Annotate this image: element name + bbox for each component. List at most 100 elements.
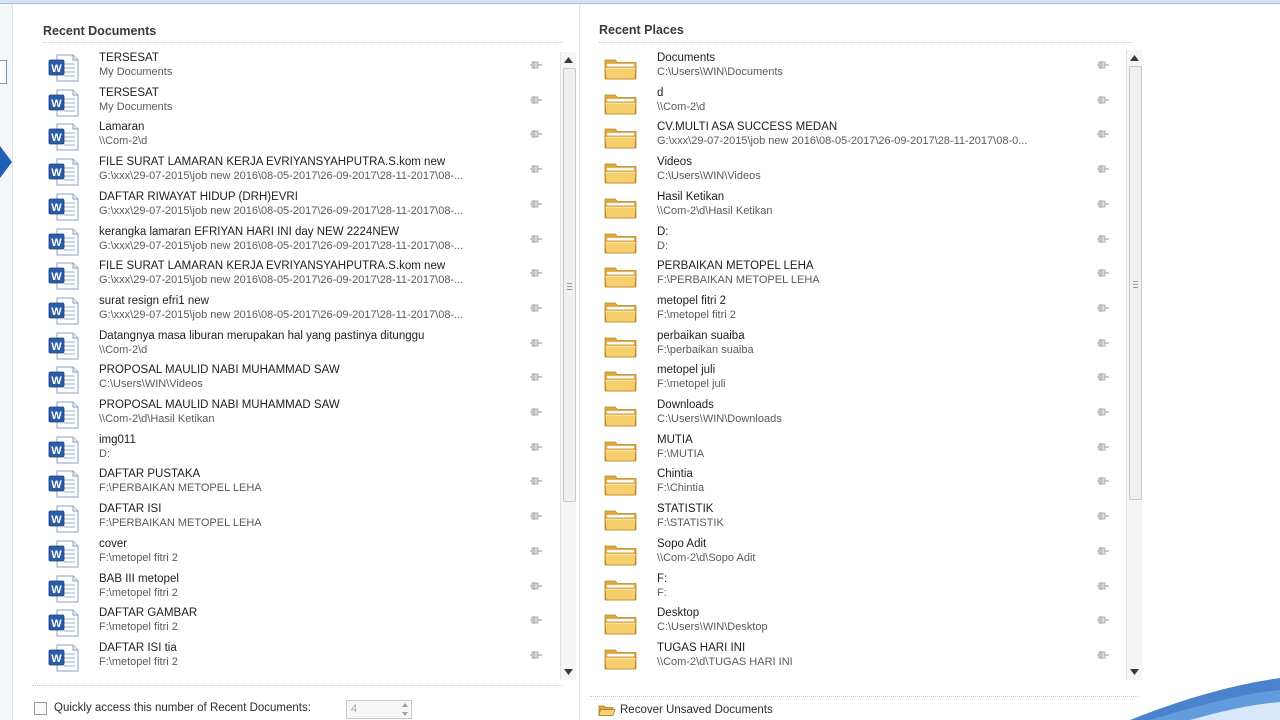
recent-place-item[interactable]: Downloads C:\Users\WIN\Downloads [604, 399, 1112, 433]
pin-icon[interactable] [529, 303, 543, 313]
pin-icon[interactable] [1096, 60, 1110, 70]
pin-icon[interactable] [1096, 129, 1110, 139]
folder-icon [604, 228, 638, 259]
recent-document-item[interactable]: W DAFTAR PUSTAKA F:\PERBAIKAN METOPEL LEHA [43, 468, 553, 502]
pin-icon[interactable] [529, 650, 543, 660]
recent-document-item[interactable]: Wcover F:\metopel fitri 2 [43, 538, 553, 572]
recent-document-item-name: DAFTAR PUSTAKA [99, 468, 201, 481]
pin-icon[interactable] [529, 60, 543, 70]
recent-document-item[interactable]: W DAFTAR ISI tia F:\metopel fitri 2 [43, 642, 553, 676]
pin-icon[interactable] [1096, 199, 1110, 209]
recent-document-item[interactable]: W FILE SURAT LAMARAN KERJA EVRIYANSYAHPUT… [43, 156, 553, 190]
recent-place-item[interactable]: TUGAS HARI INI \\Com-2\d\TUGAS HARI INI [604, 642, 1112, 676]
recent-place-item[interactable]: metopel fitri 2 F:\metopel fitri 2 [604, 295, 1112, 329]
scrollbar-thumb[interactable] [563, 68, 576, 502]
recent-document-item-name: kerangka lamaran EFRIYAN HARI INI day NE… [99, 225, 400, 238]
pin-icon[interactable] [529, 129, 543, 139]
scroll-up-icon[interactable] [561, 52, 576, 67]
recent-place-item[interactable]: Sopo Adit \\Com-2\d\Sopo Adit [604, 538, 1112, 572]
recent-document-item[interactable]: Wimg011 D: [43, 434, 553, 468]
scroll-up-icon[interactable] [1127, 50, 1142, 65]
recent-document-item[interactable]: W TERSESAT My Documents [43, 87, 553, 121]
recent-document-item-path: F:\metopel fitri 2 [99, 655, 178, 668]
recent-document-item[interactable]: Wsurat resign efri1 new G:\xxx\29-07-2015… [43, 295, 553, 329]
word-document-icon: W [47, 332, 79, 363]
pin-icon[interactable] [1096, 303, 1110, 313]
pin-icon[interactable] [1096, 95, 1110, 105]
recent-document-item[interactable]: W TERSESAT My Documents [43, 52, 553, 86]
recent-place-item[interactable]: F: F: [604, 573, 1112, 607]
pin-icon[interactable] [529, 442, 543, 452]
pin-icon[interactable] [529, 546, 543, 556]
pin-icon[interactable] [529, 511, 543, 521]
recent-documents-scrollbar[interactable] [560, 52, 576, 680]
pin-icon[interactable] [1096, 407, 1110, 417]
recent-document-item-path: F:\metopel fitri 2 [99, 551, 178, 564]
recent-places-scrollbar[interactable] [1126, 50, 1142, 680]
recent-document-item-path: F:\PERBAIKAN METOPEL LEHA [99, 517, 262, 530]
recent-place-item[interactable]: D: D: [604, 226, 1112, 260]
pin-icon[interactable] [1096, 338, 1110, 348]
pin-icon[interactable] [1096, 268, 1110, 278]
pin-icon[interactable] [529, 95, 543, 105]
pin-icon[interactable] [1096, 511, 1110, 521]
recent-place-item[interactable]: PERBAIKAN METOPEL LEHA F:\PERBAIKAN METOP… [604, 260, 1112, 294]
pin-icon[interactable] [1096, 442, 1110, 452]
recent-place-item[interactable]: Hasil Ketikan \\Com-2\d\Hasil Ketikan [604, 191, 1112, 225]
recent-place-item[interactable]: Desktop C:\Users\WIN\Desktop [604, 607, 1112, 641]
pin-icon[interactable] [1096, 476, 1110, 486]
pin-icon[interactable] [1096, 546, 1110, 556]
pin-icon[interactable] [1096, 615, 1110, 625]
quick-access-checkbox[interactable] [34, 702, 47, 715]
svg-text:W: W [51, 167, 62, 179]
recent-place-item[interactable]: STATISTIK F:\STATISTIK [604, 503, 1112, 537]
spin-down-icon[interactable] [399, 710, 411, 718]
scroll-down-icon[interactable] [561, 664, 576, 679]
recent-place-item[interactable]: Chintia F:\Chintia [604, 468, 1112, 502]
recent-document-item[interactable]: W DAFTAR GAMBAR F:\metopel fitri 2 [43, 607, 553, 641]
recent-place-item-path: C:\Users\WIN\Videos [657, 170, 761, 183]
recent-place-item[interactable]: MUTIA F:\MUTIA [604, 434, 1112, 468]
recent-document-item[interactable]: W Datangnya masa liburan merupakan hal ya… [43, 330, 553, 364]
spin-up-icon[interactable] [399, 701, 411, 709]
pin-icon[interactable] [1096, 234, 1110, 244]
recent-document-item[interactable]: Wkerangka lamaran EFRIYAN HARI INI day N… [43, 226, 553, 260]
recent-document-item[interactable]: W DAFTAR ISI F:\PERBAIKAN METOPEL LEHA [43, 503, 553, 537]
recent-place-item[interactable]: metopel juli F:\metopel juli [604, 364, 1112, 398]
recent-place-item-name: MUTIA [657, 433, 693, 446]
pin-icon[interactable] [1096, 372, 1110, 382]
pin-icon[interactable] [529, 268, 543, 278]
word-document-icon: W [47, 436, 79, 467]
recent-document-item[interactable]: W PROPOSAL MAULID NABI MUHAMMAD SAW C:\Use… [43, 364, 553, 398]
scrollbar-thumb[interactable] [1129, 66, 1142, 500]
recent-document-item[interactable]: W Lamaran \\Com-2\d [43, 121, 553, 155]
recent-place-item[interactable]: perbaikan suaiba F:\perbaikan suaiba [604, 330, 1112, 364]
pin-icon[interactable] [529, 581, 543, 591]
recent-document-item[interactable]: W PROPOSAL MAULID NABI MUHAMMAD SAW \\Com-… [43, 399, 553, 433]
pin-icon[interactable] [529, 234, 543, 244]
pin-icon[interactable] [1096, 650, 1110, 660]
pin-icon[interactable] [529, 164, 543, 174]
recent-place-item[interactable]: CV.MULTI ASA SUCCESS MEDAN G:\xxx\29-07-2… [604, 121, 1112, 155]
pin-icon[interactable] [529, 615, 543, 625]
nav-tab-edge[interactable] [0, 60, 7, 84]
pin-icon[interactable] [529, 407, 543, 417]
recent-place-item[interactable]: Videos C:\Users\WIN\Videos [604, 156, 1112, 190]
quick-access-spinner[interactable]: 4 [346, 700, 412, 719]
recent-place-item-name: d [657, 86, 664, 99]
pin-icon[interactable] [529, 199, 543, 209]
pin-icon[interactable] [1096, 164, 1110, 174]
recent-place-item[interactable]: Documents C:\Users\WIN\Documents [604, 52, 1112, 86]
recent-document-item[interactable]: W BAB III metopel F:\metopel fitri 2 [43, 573, 553, 607]
recent-document-item-name: img011 [99, 433, 136, 446]
recent-document-item[interactable]: W DAFTAR RIWAYAT HIDUP (DRH)EVRI G:\xxx\29… [43, 191, 553, 225]
recover-unsaved-link[interactable]: Recover Unsaved Documents [620, 704, 773, 716]
recent-document-item[interactable]: W FILE SURAT LAMARAN KERJA EVRIYANSYAHPUT… [43, 260, 553, 294]
recent-place-item[interactable]: d \\Com-2\d [604, 87, 1112, 121]
recover-unsaved-row[interactable]: Recover Unsaved Documents [598, 702, 898, 720]
pin-icon[interactable] [1096, 581, 1110, 591]
pin-icon[interactable] [529, 476, 543, 486]
pin-icon[interactable] [529, 372, 543, 382]
recent-document-item-path: D: [99, 447, 110, 460]
pin-icon[interactable] [529, 338, 543, 348]
